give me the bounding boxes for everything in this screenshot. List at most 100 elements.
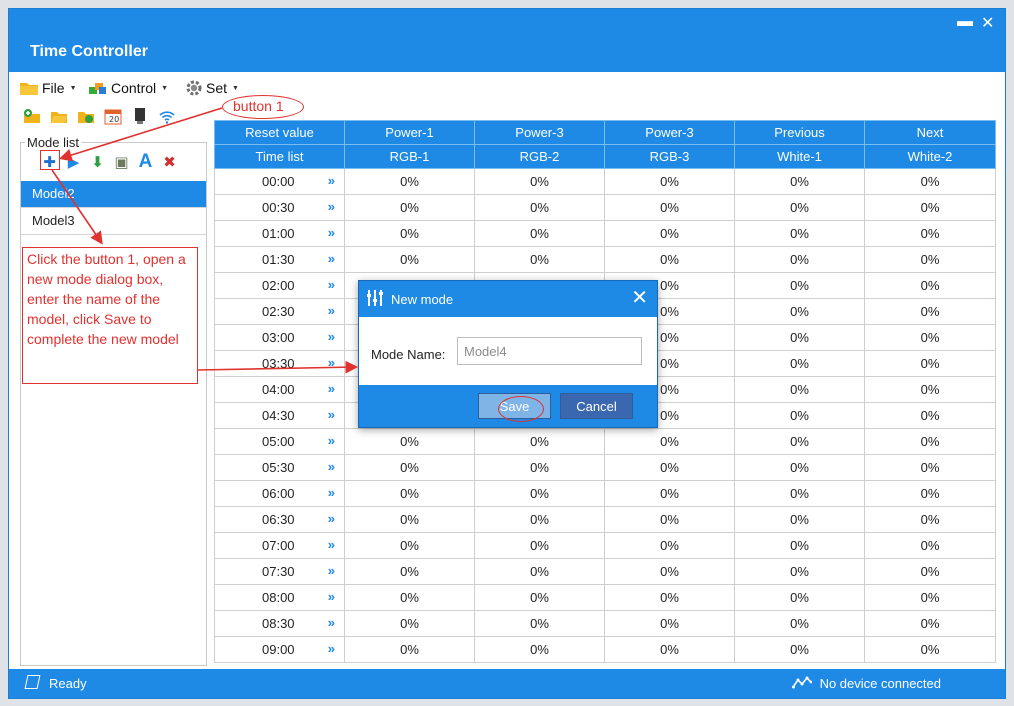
column-header[interactable]: Power-1 [344, 120, 475, 145]
chevron-right-icon[interactable]: » [328, 225, 335, 240]
table-row[interactable]: 01:00» 0% 0% 0% 0% 0% [214, 220, 996, 247]
value-cell[interactable]: 0% [344, 636, 475, 663]
value-cell[interactable]: 0% [864, 350, 996, 377]
value-cell[interactable]: 0% [604, 454, 735, 481]
chevron-right-icon[interactable]: » [328, 563, 335, 578]
value-cell[interactable]: 0% [864, 324, 996, 351]
value-cell[interactable]: 0% [734, 324, 865, 351]
value-cell[interactable]: 0% [864, 454, 996, 481]
value-cell[interactable]: 0% [344, 194, 475, 221]
table-row[interactable]: 00:00» 0% 0% 0% 0% 0% [214, 168, 996, 195]
column-header[interactable]: Reset value [214, 120, 345, 145]
menu-file[interactable]: File ▼ [20, 80, 77, 96]
chevron-right-icon[interactable]: » [328, 381, 335, 396]
value-cell[interactable]: 0% [864, 584, 996, 611]
wifi-icon[interactable] [158, 107, 176, 125]
value-cell[interactable]: 0% [864, 428, 996, 455]
column-header[interactable]: RGB-1 [344, 144, 475, 169]
rename-icon[interactable]: A [137, 151, 154, 172]
open-folder-icon[interactable] [50, 107, 68, 125]
table-row[interactable]: 00:30» 0% 0% 0% 0% 0% [214, 194, 996, 221]
value-cell[interactable]: 0% [864, 168, 996, 195]
value-cell[interactable]: 0% [734, 428, 865, 455]
value-cell[interactable]: 0% [734, 506, 865, 533]
value-cell[interactable]: 0% [604, 168, 735, 195]
value-cell[interactable]: 0% [734, 194, 865, 221]
calendar-icon[interactable]: 20 [104, 107, 122, 125]
mode-name-input[interactable] [457, 337, 642, 365]
value-cell[interactable]: 0% [604, 610, 735, 637]
column-header[interactable]: White-1 [734, 144, 865, 169]
value-cell[interactable]: 0% [864, 272, 996, 299]
value-cell[interactable]: 0% [734, 610, 865, 637]
dialog-close-button[interactable]: ✕ [631, 285, 648, 310]
value-cell[interactable]: 0% [344, 584, 475, 611]
value-cell[interactable]: 0% [474, 454, 605, 481]
chevron-right-icon[interactable]: » [328, 173, 335, 188]
table-row[interactable]: 08:30» 0% 0% 0% 0% 0% [214, 610, 996, 637]
value-cell[interactable]: 0% [604, 480, 735, 507]
value-cell[interactable]: 0% [474, 636, 605, 663]
value-cell[interactable]: 0% [344, 168, 475, 195]
value-cell[interactable]: 0% [864, 194, 996, 221]
value-cell[interactable]: 0% [864, 220, 996, 247]
value-cell[interactable]: 0% [604, 428, 735, 455]
value-cell[interactable]: 0% [734, 636, 865, 663]
value-cell[interactable]: 0% [604, 636, 735, 663]
chevron-right-icon[interactable]: » [328, 641, 335, 656]
play-icon[interactable]: ▶ [65, 152, 82, 172]
column-header[interactable]: White-2 [864, 144, 996, 169]
value-cell[interactable]: 0% [734, 298, 865, 325]
value-cell[interactable]: 0% [474, 480, 605, 507]
value-cell[interactable]: 0% [734, 168, 865, 195]
value-cell[interactable]: 0% [864, 298, 996, 325]
value-cell[interactable]: 0% [864, 532, 996, 559]
value-cell[interactable]: 0% [474, 246, 605, 273]
table-row[interactable]: 05:30» 0% 0% 0% 0% 0% [214, 454, 996, 481]
table-row[interactable]: 01:30» 0% 0% 0% 0% 0% [214, 246, 996, 273]
menu-set[interactable]: Set ▼ [186, 80, 239, 96]
value-cell[interactable]: 0% [474, 220, 605, 247]
value-cell[interactable]: 0% [734, 454, 865, 481]
value-cell[interactable]: 0% [344, 506, 475, 533]
value-cell[interactable]: 0% [734, 376, 865, 403]
column-header[interactable]: Power-3 [604, 120, 735, 145]
value-cell[interactable]: 0% [734, 272, 865, 299]
chevron-right-icon[interactable]: » [328, 355, 335, 370]
delete-icon[interactable]: ✖ [161, 152, 178, 172]
minimize-button[interactable]: ▬ [957, 13, 973, 31]
value-cell[interactable]: 0% [864, 376, 996, 403]
value-cell[interactable]: 0% [474, 610, 605, 637]
value-cell[interactable]: 0% [604, 220, 735, 247]
chevron-right-icon[interactable]: » [328, 589, 335, 604]
menu-control[interactable]: Control ▼ [89, 80, 168, 96]
chevron-right-icon[interactable]: » [328, 251, 335, 266]
value-cell[interactable]: 0% [474, 584, 605, 611]
column-header[interactable]: Power-3 [474, 120, 605, 145]
value-cell[interactable]: 0% [474, 194, 605, 221]
chevron-right-icon[interactable]: » [328, 485, 335, 500]
value-cell[interactable]: 0% [344, 220, 475, 247]
value-cell[interactable]: 0% [734, 220, 865, 247]
value-cell[interactable]: 0% [604, 558, 735, 585]
value-cell[interactable]: 0% [344, 454, 475, 481]
chevron-right-icon[interactable]: » [328, 199, 335, 214]
value-cell[interactable]: 0% [734, 402, 865, 429]
value-cell[interactable]: 0% [474, 506, 605, 533]
value-cell[interactable]: 0% [474, 558, 605, 585]
value-cell[interactable]: 0% [864, 480, 996, 507]
value-cell[interactable]: 0% [604, 532, 735, 559]
value-cell[interactable]: 0% [474, 428, 605, 455]
value-cell[interactable]: 0% [604, 194, 735, 221]
column-header[interactable]: Time list [214, 144, 345, 169]
value-cell[interactable]: 0% [864, 636, 996, 663]
value-cell[interactable]: 0% [344, 480, 475, 507]
chevron-right-icon[interactable]: » [328, 433, 335, 448]
table-row[interactable]: 06:30» 0% 0% 0% 0% 0% [214, 506, 996, 533]
value-cell[interactable]: 0% [864, 402, 996, 429]
chevron-right-icon[interactable]: » [328, 407, 335, 422]
cancel-button[interactable]: Cancel [560, 393, 633, 419]
column-header[interactable]: RGB-2 [474, 144, 605, 169]
value-cell[interactable]: 0% [474, 168, 605, 195]
value-cell[interactable]: 0% [734, 558, 865, 585]
